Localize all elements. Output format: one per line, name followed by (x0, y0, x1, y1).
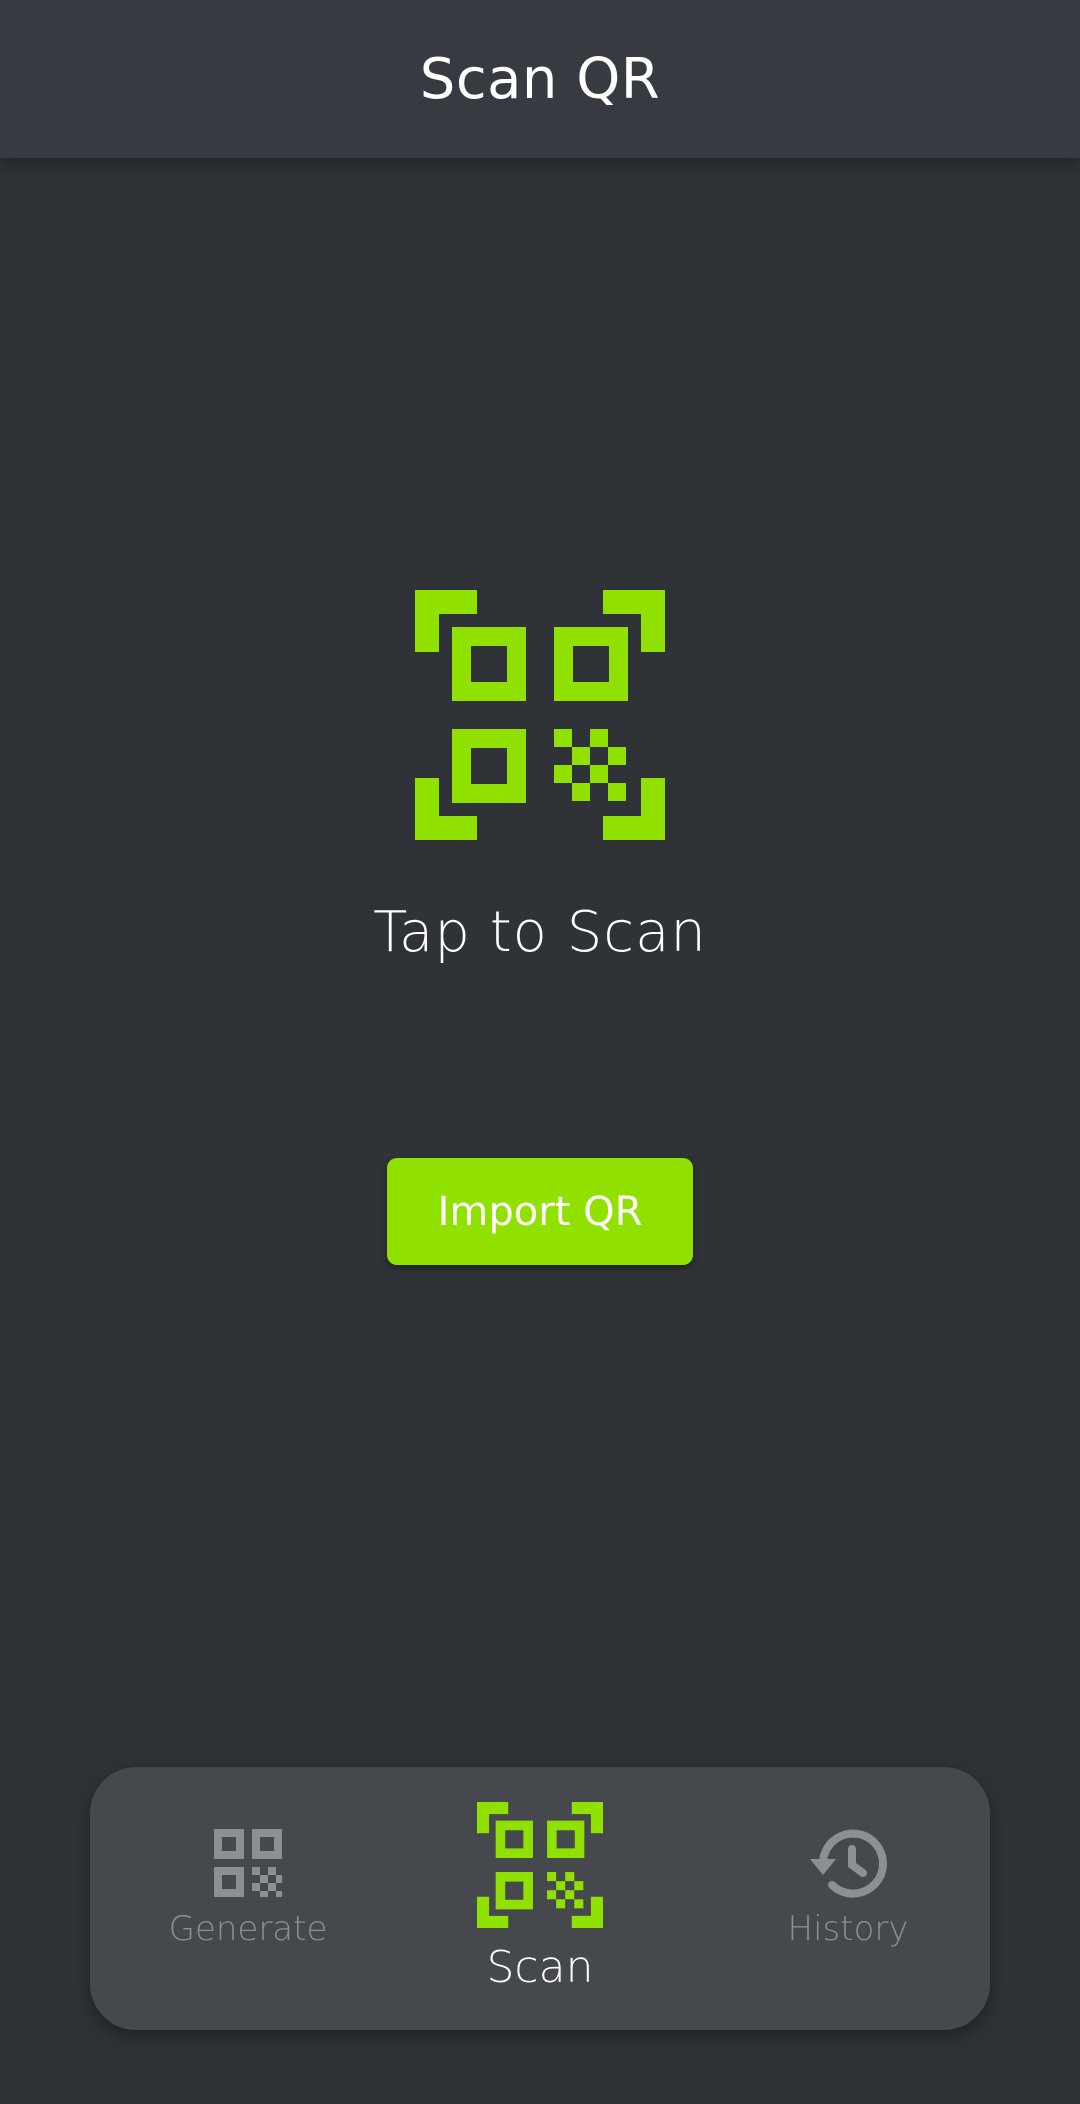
nav-item-generate[interactable]: Generate (128, 1827, 368, 1949)
bottom-navigation: Generate Scan History (90, 1767, 990, 2030)
nav-label-generate: Generate (168, 1909, 328, 1949)
nav-item-history[interactable]: History (728, 1827, 968, 1949)
import-qr-button[interactable]: Import QR (387, 1158, 693, 1265)
qr-code-icon (214, 1829, 282, 1897)
nav-label-history: History (787, 1909, 909, 1949)
qr-scan-icon (477, 1802, 603, 1928)
nav-item-scan[interactable]: Scan (420, 1802, 660, 1993)
app-bar: Scan QR (0, 0, 1080, 158)
nav-label-scan: Scan (486, 1942, 594, 1993)
qr-scan-icon (415, 590, 665, 840)
history-icon (810, 1829, 887, 1898)
tap-to-scan-area[interactable]: Tap to Scan (340, 590, 740, 1000)
page-title: Scan QR (419, 46, 661, 112)
app-screen: Scan QR Tap to Scan Import QR Generate S… (0, 0, 1080, 2104)
tap-to-scan-label: Tap to Scan (373, 900, 707, 965)
